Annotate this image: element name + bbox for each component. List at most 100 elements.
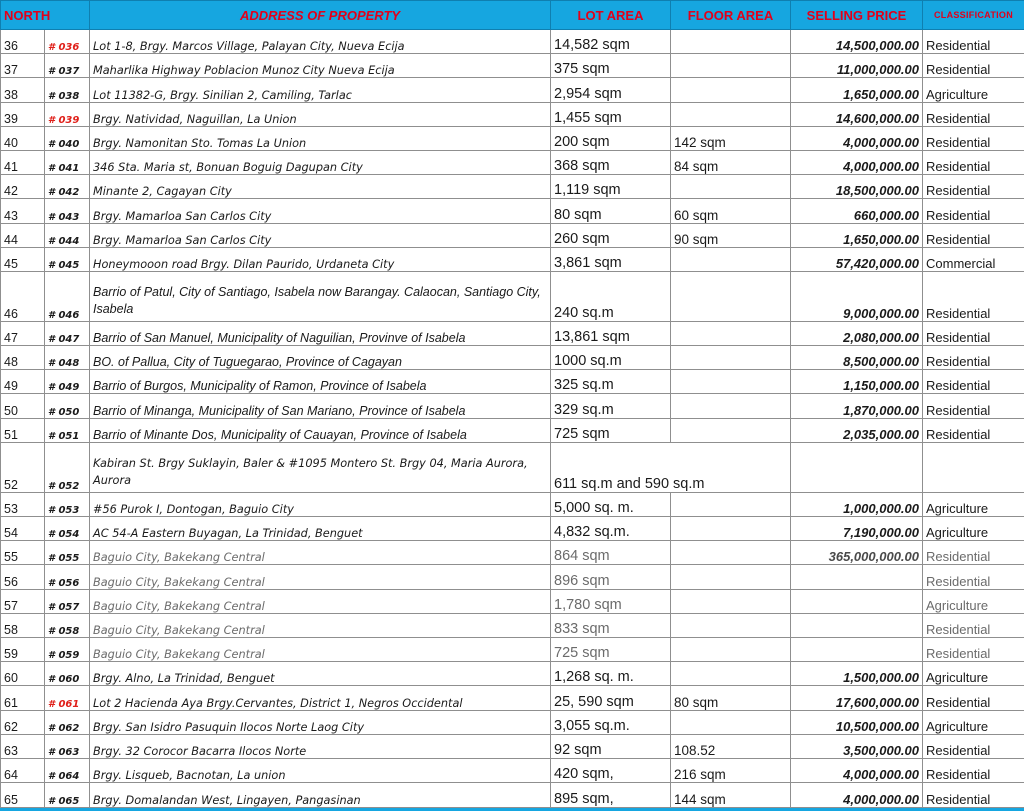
row-number: 47 bbox=[0, 320, 45, 347]
row-number: 62 bbox=[0, 709, 45, 735]
floor-area bbox=[670, 393, 791, 419]
table-row: 51 # 051 Barrio of Minante Dos, Municipa… bbox=[0, 417, 1024, 443]
floor-area bbox=[670, 564, 791, 590]
lot-area: 1000 sq.m bbox=[550, 345, 671, 371]
classification: Residential bbox=[922, 53, 1024, 79]
classification: Residential bbox=[922, 782, 1024, 809]
floor-area bbox=[670, 369, 791, 395]
property-code: # 065 bbox=[44, 782, 90, 809]
row-number: 57 bbox=[0, 588, 45, 614]
floor-area bbox=[670, 174, 791, 200]
property-code: # 062 bbox=[44, 709, 90, 735]
row-number: 45 bbox=[0, 246, 45, 272]
property-code: # 043 bbox=[44, 198, 90, 224]
floor-area bbox=[670, 345, 791, 371]
row-number: 38 bbox=[0, 77, 45, 103]
row-number: 36 bbox=[0, 28, 45, 55]
row-number: 37 bbox=[0, 53, 45, 79]
lot-area: 1,268 sq. m. bbox=[550, 661, 671, 687]
property-address: Minante 2, Cagayan City bbox=[89, 174, 551, 200]
property-code: # 050 bbox=[44, 393, 90, 419]
property-code: # 051 bbox=[44, 417, 90, 443]
selling-price: 10,500,000.00 bbox=[790, 709, 923, 735]
property-code: # 056 bbox=[44, 564, 90, 590]
property-code: # 057 bbox=[44, 588, 90, 614]
lot-area: 725 sqm bbox=[550, 636, 671, 663]
table-row: 44 # 044 Brgy. Mamarloa San Carlos City … bbox=[0, 222, 1024, 248]
lot-area: 368 sqm bbox=[550, 149, 671, 176]
floor-area: 144 sqm bbox=[670, 782, 791, 809]
property-code: # 040 bbox=[44, 125, 90, 151]
property-code: # 036 bbox=[44, 28, 90, 55]
classification: Residential bbox=[922, 345, 1024, 371]
property-code: # 060 bbox=[44, 661, 90, 687]
table-row: 48 # 048 BO. of Pallua, City of Tuguegar… bbox=[0, 345, 1024, 371]
property-address: Brgy. Natividad, Naguillan, La Union bbox=[89, 101, 551, 127]
table-row: 56 # 056 Baguio City, Bakekang Central 8… bbox=[0, 564, 1024, 590]
lot-area: 375 sqm bbox=[550, 53, 671, 79]
row-number: 61 bbox=[0, 685, 45, 711]
selling-price: 4,000,000.00 bbox=[790, 782, 923, 809]
header-address: ADDRESS OF PROPERTY bbox=[89, 0, 551, 30]
classification: Residential bbox=[922, 636, 1024, 663]
property-address: Brgy. Mamarloa San Carlos City bbox=[89, 198, 551, 224]
property-code: # 039 bbox=[44, 101, 90, 127]
selling-price: 1,500,000.00 bbox=[790, 661, 923, 687]
selling-price bbox=[790, 588, 923, 614]
property-address: Barrio of Burgos, Municipality of Ramon,… bbox=[89, 369, 551, 395]
row-number: 50 bbox=[0, 393, 45, 419]
row-number: 59 bbox=[0, 636, 45, 663]
lot-area: 1,119 sqm bbox=[550, 174, 671, 200]
classification: Residential bbox=[922, 540, 1024, 566]
lot-area: 13,861 sqm bbox=[550, 320, 671, 347]
property-address: #56 Purok I, Dontogan, Baguio City bbox=[89, 491, 551, 518]
lot-area: 611 sq.m and 590 sq.m bbox=[550, 441, 791, 493]
property-address: Honeymooon road Brgy. Dilan Paurido, Urd… bbox=[89, 246, 551, 272]
floor-area bbox=[670, 709, 791, 735]
row-number: 64 bbox=[0, 757, 45, 784]
row-number: 53 bbox=[0, 491, 45, 518]
lot-area: 864 sqm bbox=[550, 540, 671, 566]
property-address: Lot 1-8, Brgy. Marcos Village, Palayan C… bbox=[89, 28, 551, 55]
property-address: Barrio of Minante Dos, Municipality of C… bbox=[89, 417, 551, 443]
lot-area: 895 sqm, bbox=[550, 782, 671, 809]
lot-area: 25, 590 sqm bbox=[550, 685, 671, 711]
classification: Residential bbox=[922, 101, 1024, 127]
floor-area bbox=[670, 246, 791, 272]
lot-area: 1,780 sqm bbox=[550, 588, 671, 614]
table-row: 54 # 054 AC 54-A Eastern Buyagan, La Tri… bbox=[0, 515, 1024, 542]
table-row: 52 # 052 Kabiran St. Brgy Suklayin, Bale… bbox=[0, 441, 1024, 493]
floor-area bbox=[670, 515, 791, 542]
selling-price: 9,000,000.00 bbox=[790, 270, 923, 322]
floor-area: 142 sqm bbox=[670, 125, 791, 151]
classification: Residential bbox=[922, 757, 1024, 784]
row-number: 39 bbox=[0, 101, 45, 127]
row-number: 40 bbox=[0, 125, 45, 151]
lot-area: 896 sqm bbox=[550, 564, 671, 590]
table-row: 49 # 049 Barrio of Burgos, Municipality … bbox=[0, 369, 1024, 395]
property-code: # 048 bbox=[44, 345, 90, 371]
classification: Agriculture bbox=[922, 77, 1024, 103]
selling-price: 4,000,000.00 bbox=[790, 149, 923, 176]
classification: Residential bbox=[922, 222, 1024, 248]
floor-area bbox=[670, 661, 791, 687]
property-code: # 037 bbox=[44, 53, 90, 79]
table-row: 41 # 041 346 Sta. Maria st, Bonuan Bogui… bbox=[0, 149, 1024, 176]
floor-area: 84 sqm bbox=[670, 149, 791, 176]
selling-price: 14,600,000.00 bbox=[790, 101, 923, 127]
row-number: 60 bbox=[0, 661, 45, 687]
property-code: # 061 bbox=[44, 685, 90, 711]
table-row: 55 # 055 Baguio City, Bakekang Central 8… bbox=[0, 540, 1024, 566]
selling-price: 7,190,000.00 bbox=[790, 515, 923, 542]
property-code: # 055 bbox=[44, 540, 90, 566]
row-number: 48 bbox=[0, 345, 45, 371]
table-row: 59 # 059 Baguio City, Bakekang Central 7… bbox=[0, 636, 1024, 663]
selling-price: 17,600,000.00 bbox=[790, 685, 923, 711]
selling-price: 1,870,000.00 bbox=[790, 393, 923, 419]
header-floor-area: FLOOR AREA bbox=[670, 0, 791, 30]
property-address: Brgy. Domalandan West, Lingayen, Pangasi… bbox=[89, 782, 551, 809]
table-row: 40 # 040 Brgy. Namonitan Sto. Tomas La U… bbox=[0, 125, 1024, 151]
property-address: Lot 11382-G, Brgy. Sinilian 2, Camiling,… bbox=[89, 77, 551, 103]
row-number: 44 bbox=[0, 222, 45, 248]
classification bbox=[922, 441, 1024, 493]
